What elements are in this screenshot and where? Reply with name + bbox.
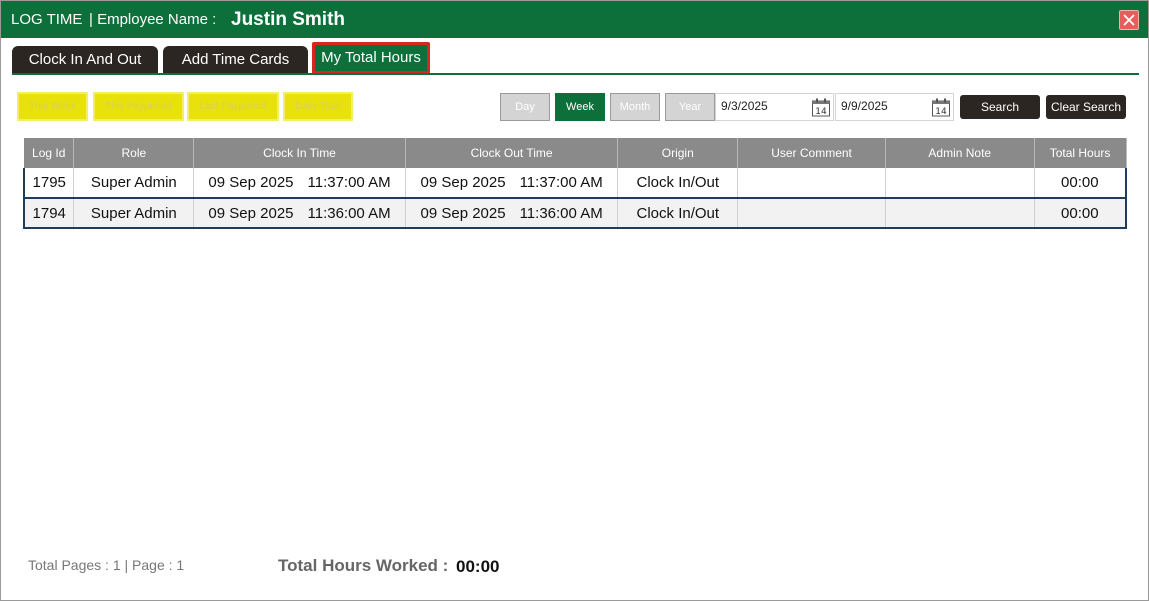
column-header-origin[interactable]: Origin	[617, 138, 739, 168]
cell-user-comment	[737, 168, 886, 198]
last-payperiod-button[interactable]: Last Payperiod	[187, 92, 279, 121]
column-header-log-id[interactable]: Log Id	[24, 138, 75, 168]
cell-log-id: 1795	[23, 168, 75, 198]
log-time-window: LOG TIME | Employee Name : Justin Smith …	[0, 0, 1149, 601]
clock-in-time: 11:36:00 AM	[307, 204, 391, 222]
search-button[interactable]: Search	[960, 95, 1040, 119]
cell-role: Super Admin	[73, 197, 195, 228]
close-icon	[1123, 14, 1135, 26]
this-payperiod-button[interactable]: This Payperiod	[93, 92, 184, 121]
from-date-value: 9/3/2025	[721, 99, 768, 113]
clock-out-date: 09 Sep 2025	[420, 204, 506, 222]
year-button[interactable]: Year	[665, 93, 715, 121]
column-header-admin-note[interactable]: Admin Note	[885, 138, 1035, 168]
tab-my-total-hours[interactable]: My Total Hours	[312, 42, 430, 74]
calendar-icon[interactable]: 14	[931, 98, 951, 117]
cell-clock-in: 09 Sep 2025 11:37:00 AM	[193, 168, 406, 198]
table-row[interactable]: 1794 Super Admin 09 Sep 2025 11:36:00 AM …	[23, 197, 1127, 228]
column-header-role[interactable]: Role	[73, 138, 195, 168]
tab-add-time-cards[interactable]: Add Time Cards	[163, 46, 308, 74]
cell-user-comment	[737, 197, 886, 228]
clock-out-time: 11:36:00 AM	[519, 204, 603, 222]
title-bar: LOG TIME | Employee Name : Justin Smith	[1, 1, 1148, 38]
calendar-icon[interactable]: 14	[811, 98, 831, 117]
clock-in-time: 11:37:00 AM	[307, 174, 391, 191]
cell-role: Super Admin	[73, 168, 195, 198]
cell-clock-in: 09 Sep 2025 11:36:00 AM	[193, 197, 406, 228]
tab-underline	[12, 73, 1139, 75]
week-button[interactable]: Week	[555, 93, 605, 121]
this-week-button[interactable]: This Week	[17, 92, 88, 121]
clock-in-date: 09 Sep 2025	[208, 204, 294, 222]
table-row[interactable]: 1795 Super Admin 09 Sep 2025 11:37:00 AM …	[23, 168, 1127, 198]
column-header-clock-in[interactable]: Clock In Time	[193, 138, 406, 168]
column-header-total-hours[interactable]: Total Hours	[1034, 138, 1127, 168]
cell-origin: Clock In/Out	[617, 197, 739, 228]
cell-total-hours: 00:00	[1033, 197, 1127, 228]
table-header-row: Log Id Role Clock In Time Clock Out Time…	[24, 138, 1127, 168]
close-button[interactable]	[1119, 10, 1139, 30]
cell-clock-out: 09 Sep 2025 11:37:00 AM	[404, 168, 619, 198]
day-button[interactable]: Day	[500, 93, 550, 121]
calendar-icon-day: 14	[815, 107, 827, 117]
employee-label: | Employee Name :	[89, 11, 217, 28]
cell-origin: Clock In/Out	[617, 168, 739, 198]
app-title: LOG TIME	[11, 11, 83, 28]
to-date-value: 9/9/2025	[841, 99, 888, 113]
cell-clock-out: 09 Sep 2025 11:36:00 AM	[404, 197, 619, 228]
clock-in-date: 09 Sep 2025	[208, 174, 294, 191]
cell-admin-note	[884, 168, 1035, 198]
cell-total-hours: 00:00	[1033, 168, 1127, 198]
cell-log-id: 1794	[23, 197, 75, 228]
clear-search-button[interactable]: Clear Search	[1046, 95, 1126, 119]
total-hours-value: 00:00	[456, 557, 500, 576]
from-date-field[interactable]: 9/3/2025 14	[715, 93, 834, 121]
column-header-user-comment[interactable]: User Comment	[737, 138, 886, 168]
cell-admin-note	[884, 197, 1035, 228]
total-hours-label: Total Hours Worked :	[278, 556, 449, 575]
time-log-table: Log Id Role Clock In Time Clock Out Time…	[23, 138, 1127, 229]
column-header-clock-out[interactable]: Clock Out Time	[405, 138, 619, 168]
calendar-icon-day: 14	[935, 107, 947, 117]
employee-name: Justin Smith	[231, 9, 346, 30]
daily-total-button[interactable]: Daily Total	[283, 92, 353, 121]
clock-out-date: 09 Sep 2025	[420, 174, 506, 191]
tab-clock-in-and-out[interactable]: Clock In And Out	[12, 46, 158, 74]
pagination-info: Total Pages : 1 | Page : 1	[28, 557, 185, 573]
to-date-field[interactable]: 9/9/2025 14	[835, 93, 954, 121]
month-button[interactable]: Month	[610, 93, 660, 121]
clock-out-time: 11:37:00 AM	[519, 174, 603, 191]
